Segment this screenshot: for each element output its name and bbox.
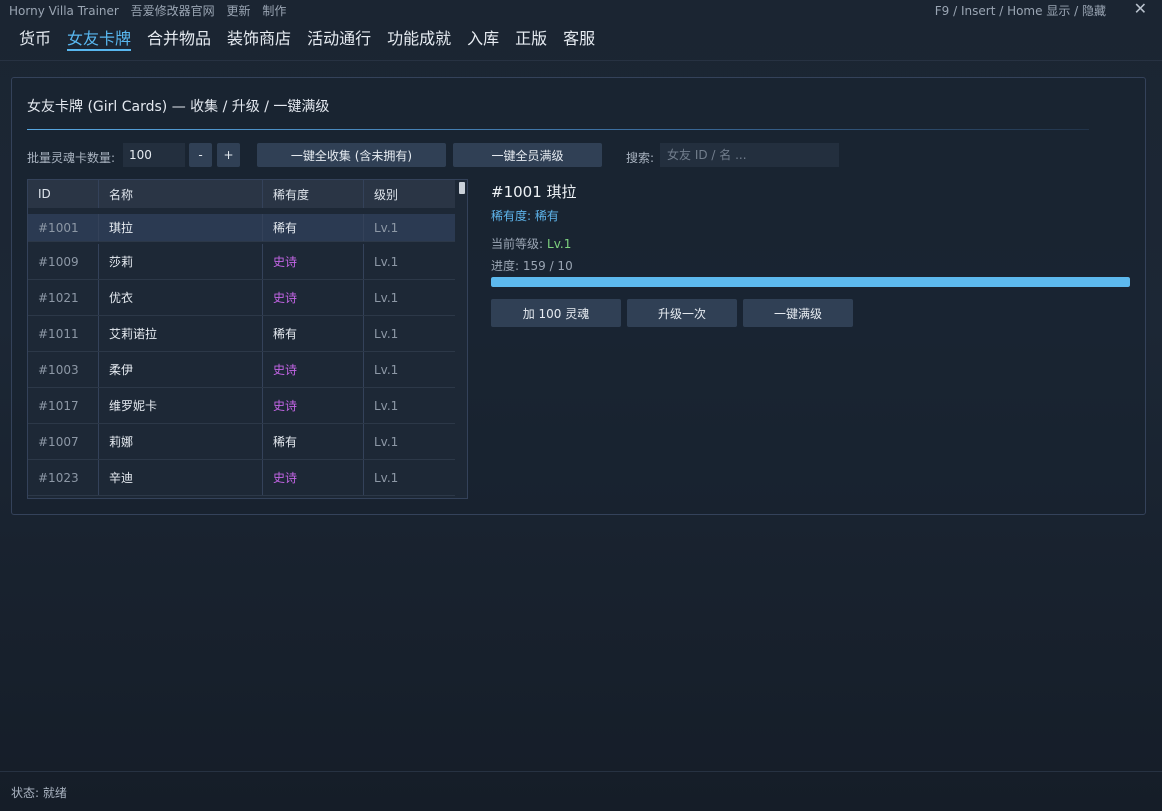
cell-name: 莉娜: [99, 424, 263, 459]
cell-id: #1009: [28, 244, 99, 279]
cell-level: Lv.1: [374, 398, 399, 413]
level-label: 当前等级:: [491, 237, 544, 251]
cell-id: #1001: [28, 214, 99, 241]
cell-level: Lv.1: [374, 326, 399, 341]
cell-name: 艾莉诺拉: [99, 316, 263, 351]
cell-name: 优衣: [99, 280, 263, 315]
hotkey-hint: F9 / Insert / Home 显示 / 隐藏: [934, 4, 1106, 18]
cell-name: 琪拉: [99, 214, 263, 241]
table-row[interactable]: #1009 莎莉 史诗 Lv.1: [28, 244, 455, 280]
cell-name: 辛迪: [99, 460, 263, 495]
table-row[interactable]: #1023 辛迪 史诗 Lv.1: [28, 460, 455, 496]
cell-level: Lv.1: [374, 362, 399, 377]
cell-rarity: 稀有: [263, 424, 364, 459]
cell-name: 莎莉: [99, 244, 263, 279]
tab-girl-cards[interactable]: 女友卡牌: [67, 25, 132, 51]
column-header-name[interactable]: 名称: [99, 180, 263, 208]
cell-rarity: 稀有: [263, 214, 364, 241]
cell-level: Lv.1: [374, 254, 399, 269]
table-row[interactable]: #1001 琪拉 稀有 Lv.1: [28, 214, 455, 242]
title-underline: [27, 129, 1089, 130]
add-soul-button[interactable]: 加 100 灵魂: [491, 299, 621, 327]
table-row[interactable]: #1007 莉娜 稀有 Lv.1: [28, 424, 455, 460]
tab-decor-shop[interactable]: 装饰商店: [227, 25, 291, 51]
panel-title: 女友卡牌 (Girl Cards) — 收集 / 升级 / 一键满级: [27, 99, 330, 115]
tab-genuine[interactable]: 正版: [515, 25, 547, 51]
cell-id: #1021: [28, 280, 99, 315]
cell-rarity: 史诗: [263, 460, 364, 495]
title-bar: Horny Villa Trainer 吾爱修改器官网 更新 制作 F9 / I…: [0, 0, 1162, 18]
tab-event-pass[interactable]: 活动通行: [307, 25, 371, 51]
app-name: Horny Villa Trainer: [9, 4, 119, 18]
detail-rarity: 稀有度: 稀有: [491, 209, 559, 223]
table-scrollbar[interactable]: [459, 182, 465, 498]
cell-id: #1003: [28, 352, 99, 387]
increment-button[interactable]: +: [217, 143, 240, 167]
batch-quantity-label: 批量灵魂卡数量:: [27, 151, 116, 165]
cell-level: Lv.1: [374, 290, 399, 305]
upgrade-once-button[interactable]: 升级一次: [627, 299, 737, 327]
cell-rarity: 史诗: [263, 388, 364, 423]
collect-all-button[interactable]: 一键全收集 (含未拥有): [257, 143, 446, 167]
tab-support[interactable]: 客服: [563, 25, 595, 51]
table-row[interactable]: #1003 柔伊 史诗 Lv.1: [28, 352, 455, 388]
max-level-button[interactable]: 一键满级: [743, 299, 853, 327]
main-nav: 货币 女友卡牌 合并物品 装饰商店 活动通行 功能成就 入库 正版 客服: [19, 25, 611, 51]
decrement-button[interactable]: -: [189, 143, 212, 167]
link-official-site[interactable]: 吾爱修改器官网: [131, 4, 215, 18]
level-value: Lv.1: [547, 237, 572, 251]
table-row[interactable]: #1011 艾莉诺拉 稀有 Lv.1: [28, 316, 455, 352]
tab-merge-items[interactable]: 合并物品: [147, 25, 211, 51]
girl-cards-table: ID 名称 稀有度 级别 #1001 琪拉 稀有 Lv.1 #1009 莎莉 史诗 Lv.1 #…: [27, 179, 468, 499]
search-input[interactable]: [660, 143, 839, 167]
cell-rarity: 稀有: [263, 316, 364, 351]
cell-name: 柔伊: [99, 352, 263, 387]
cell-id: #1017: [28, 388, 99, 423]
detail-title: #1001 琪拉: [491, 183, 577, 201]
column-header-rarity[interactable]: 稀有度: [263, 180, 364, 208]
cell-level: Lv.1: [374, 470, 399, 485]
column-header-level[interactable]: 级别: [364, 180, 455, 208]
table-row[interactable]: #1017 维罗妮卡 史诗 Lv.1: [28, 388, 455, 424]
cell-id: #1023: [28, 460, 99, 495]
girl-cards-panel: 女友卡牌 (Girl Cards) — 收集 / 升级 / 一键满级 批量灵魂卡…: [11, 77, 1146, 515]
progress-bar-fill: [491, 277, 1130, 287]
nav-divider: [0, 60, 1162, 61]
tab-achievements[interactable]: 功能成就: [387, 25, 451, 51]
progress-bar: [491, 277, 1130, 287]
search-label: 搜索:: [626, 151, 655, 165]
status-text: 状态: 就绪: [11, 786, 67, 800]
table-row[interactable]: #1021 优衣 史诗 Lv.1: [28, 280, 455, 316]
cell-level: Lv.1: [374, 220, 399, 235]
progress-text: 进度: 159 / 10: [491, 259, 573, 273]
batch-quantity-input[interactable]: [123, 143, 185, 167]
column-header-id[interactable]: ID: [28, 180, 99, 208]
detail-level: 当前等级: Lv.1: [491, 235, 571, 252]
close-icon[interactable]: ✕: [1134, 0, 1147, 18]
status-divider: [0, 771, 1162, 772]
scrollbar-thumb[interactable]: [459, 182, 465, 194]
cell-rarity: 史诗: [263, 280, 364, 315]
cell-level: Lv.1: [374, 434, 399, 449]
max-all-button[interactable]: 一键全员满级: [453, 143, 602, 167]
link-update[interactable]: 更新: [227, 4, 251, 18]
tab-currency[interactable]: 货币: [19, 25, 51, 51]
title-bar-left: Horny Villa Trainer 吾爱修改器官网 更新 制作: [9, 2, 294, 19]
cell-id: #1007: [28, 424, 99, 459]
cell-rarity: 史诗: [263, 244, 364, 279]
link-credits[interactable]: 制作: [262, 4, 286, 18]
cell-rarity: 史诗: [263, 352, 364, 387]
cell-id: #1011: [28, 316, 99, 351]
tab-storage[interactable]: 入库: [467, 25, 499, 51]
table-header: ID 名称 稀有度 级别: [28, 180, 455, 208]
cell-name: 维罗妮卡: [99, 388, 263, 423]
